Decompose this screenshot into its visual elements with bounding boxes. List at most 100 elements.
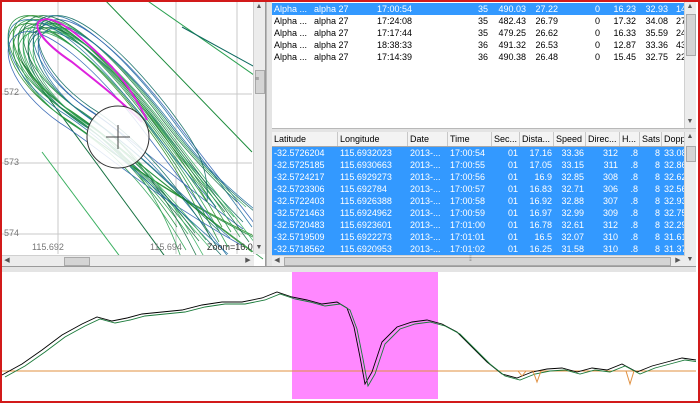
- point-cell: 16.83: [529, 184, 552, 194]
- point-cell: 2013-...: [410, 184, 441, 194]
- session-cell: 0: [594, 16, 600, 26]
- points-table[interactable]: Latitude Longitude Date Time Sec... Dista... S…: [272, 132, 696, 266]
- point-cell: 16.25: [529, 244, 552, 254]
- point-cell: 115.6922273: [340, 232, 392, 242]
- session-cell: 33.36: [645, 40, 668, 50]
- chevron-right-icon[interactable]: ▶: [243, 256, 253, 266]
- sessions-vscroll-thumb[interactable]: [686, 14, 696, 56]
- points-vertical-scrollbar[interactable]: ▲ ▼: [684, 132, 696, 266]
- column-header[interactable]: Sats: [640, 132, 662, 146]
- column-header[interactable]: H...: [620, 132, 640, 146]
- chevron-left-icon[interactable]: ◀: [272, 256, 282, 266]
- point-cell: .8: [630, 220, 638, 230]
- column-header[interactable]: Direc...: [586, 132, 620, 146]
- session-cell: 35.59: [645, 28, 668, 38]
- point-cell: 32.71: [561, 184, 584, 194]
- map-pane[interactable]: 572 573 574 115.692 115.694 Zoom=16.0 ▼ …: [2, 2, 266, 266]
- map-hscroll-thumb[interactable]: [64, 257, 90, 266]
- point-cell: 2013-...: [410, 220, 441, 230]
- chevron-left-icon[interactable]: ◀: [2, 256, 12, 266]
- chevron-up-icon[interactable]: ▲: [685, 132, 695, 142]
- map-y-tick-3: 574: [4, 228, 20, 238]
- map-x-tick-1: 115.692: [32, 242, 64, 252]
- point-row[interactable]: -32.5720483 115.6923601 2013-... 17:01:00 01…: [272, 219, 686, 231]
- point-cell: 31.58: [561, 244, 584, 254]
- point-row[interactable]: -32.5719509 115.6922273 2013-... 17:01:01 01…: [272, 231, 686, 243]
- session-row[interactable]: Alpha ... alpha 27 18:38:33 36 491.32 26.53 0 1…: [272, 39, 686, 51]
- session-row[interactable]: Alpha ... alpha 27 17:24:08 35 482.43 26.79 0 1…: [272, 15, 686, 27]
- column-header[interactable]: Time: [448, 132, 492, 146]
- session-cell: Alpha ...: [274, 28, 308, 38]
- points-hscroll-thumb[interactable]: [284, 257, 671, 266]
- session-cell: 34.08: [645, 16, 668, 26]
- point-cell: 115.692784: [340, 184, 387, 194]
- point-cell: 115.6926388: [340, 196, 392, 206]
- point-cell: 16.78: [529, 220, 552, 230]
- sessions-table[interactable]: Alpha ... alpha 27 17:00:54 35 490.03 27.22 0 1…: [272, 2, 696, 128]
- point-row[interactable]: -32.5723306 115.692784 2013-... 17:00:57 01 1…: [272, 183, 686, 195]
- column-header[interactable]: Longitude: [338, 132, 408, 146]
- session-cell: 32.75: [645, 52, 668, 62]
- column-header[interactable]: Date: [408, 132, 448, 146]
- point-cell: 308: [602, 172, 618, 182]
- point-cell: 8: [654, 160, 660, 170]
- column-header[interactable]: Latitude: [272, 132, 338, 146]
- column-header[interactable]: Sec...: [492, 132, 520, 146]
- point-cell: 32.85: [561, 172, 584, 182]
- session-cell: 32.93: [645, 4, 668, 14]
- point-cell: 17.05: [529, 160, 552, 170]
- point-cell: 2013-...: [410, 172, 441, 182]
- track-map[interactable]: [2, 2, 265, 266]
- point-cell: 17:00:58: [450, 196, 486, 206]
- map-horizontal-scrollbar[interactable]: ◀ ▶: [2, 255, 254, 266]
- point-cell: 01: [507, 208, 518, 218]
- point-cell: 33.15: [561, 160, 584, 170]
- point-cell: 2013-...: [410, 196, 441, 206]
- point-cell: 8: [654, 220, 660, 230]
- points-horizontal-scrollbar[interactable]: ◀ ⁞⁞ ▶: [272, 255, 685, 266]
- session-row[interactable]: Alpha ... alpha 27 17:17:44 35 479.25 26.62 0 1…: [272, 27, 686, 39]
- position-cursor[interactable]: [86, 105, 150, 169]
- point-cell: 32.75: [664, 208, 686, 218]
- points-vscroll-thumb[interactable]: [686, 146, 696, 162]
- session-cell: 26.62: [535, 28, 558, 38]
- point-cell: 8: [654, 172, 660, 182]
- point-cell: -32.5726204: [274, 148, 325, 158]
- session-cell: 36: [477, 52, 488, 62]
- column-header[interactable]: Speed: [554, 132, 586, 146]
- column-header[interactable]: Dista...: [520, 132, 554, 146]
- point-cell: 17:00:55: [450, 160, 486, 170]
- point-cell: 17:01:00: [450, 220, 486, 230]
- point-cell: 32.07: [561, 232, 584, 242]
- map-vertical-scrollbar[interactable]: ▲ ≡ ▼: [253, 2, 265, 254]
- session-cell: alpha 27: [314, 28, 349, 38]
- chevron-down-icon[interactable]: ▼: [685, 255, 695, 265]
- selection-highlight[interactable]: [292, 272, 438, 399]
- chevron-down-icon[interactable]: ▼: [254, 243, 264, 253]
- session-row[interactable]: Alpha ... alpha 27 17:00:54 35 490.03 27.22 0 1…: [272, 3, 686, 15]
- speed-chart-pane[interactable]: [2, 272, 696, 399]
- point-row[interactable]: -32.5725185 115.6930663 2013-... 17:00:55 01…: [272, 159, 686, 171]
- point-row[interactable]: -32.5718562 115.6920953 2013-... 17:01:02 01…: [272, 243, 686, 255]
- chevron-right-icon[interactable]: ▶: [673, 256, 683, 266]
- point-cell: 01: [507, 184, 518, 194]
- speed-chart[interactable]: [2, 272, 696, 399]
- chevron-up-icon[interactable]: ▲: [254, 2, 264, 12]
- session-cell: 27.22: [535, 4, 558, 14]
- point-row[interactable]: -32.5722403 115.6926388 2013-... 17:00:58 01…: [272, 195, 686, 207]
- point-row[interactable]: -32.5726204 115.6932023 2013-... 17:00:54 01…: [272, 147, 686, 159]
- point-row[interactable]: -32.5724217 115.6929273 2013-... 17:00:56 01…: [272, 171, 686, 183]
- points-header-row: Latitude Longitude Date Time Sec... Dista... S…: [272, 132, 688, 147]
- chevron-down-icon[interactable]: ▼: [685, 117, 695, 127]
- point-cell: 309: [602, 208, 618, 218]
- session-row[interactable]: Alpha ... alpha 27 17:14:39 36 490.38 26.48 0 1…: [272, 51, 686, 63]
- point-cell: -32.5725185: [274, 160, 325, 170]
- session-cell: Alpha ...: [274, 4, 308, 14]
- sessions-vertical-scrollbar[interactable]: ▲ ▼: [684, 2, 696, 128]
- point-cell: -32.5724217: [274, 172, 325, 182]
- point-row[interactable]: -32.5721463 115.6924962 2013-... 17:00:59 01…: [272, 207, 686, 219]
- point-cell: 17:01:02: [450, 244, 486, 254]
- chevron-up-icon[interactable]: ▲: [685, 2, 695, 12]
- session-cell: 36: [477, 40, 488, 50]
- point-cell: -32.5721463: [274, 208, 325, 218]
